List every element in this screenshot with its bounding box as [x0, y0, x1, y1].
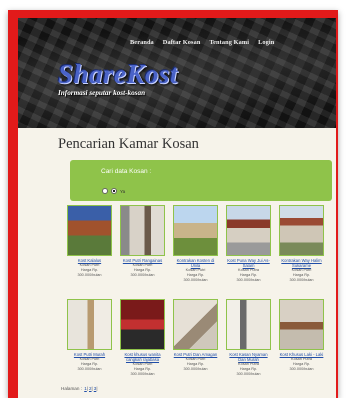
- listing-photo[interactable]: [120, 299, 165, 350]
- listing-card: Kost Kalalus Kosan Putri Harga Rp. 300.0…: [66, 205, 113, 299]
- listing-price: 300.000/bulan: [183, 367, 208, 371]
- listing-photo[interactable]: [67, 205, 112, 256]
- listing-price: 300.000/bulan: [77, 367, 102, 371]
- listing-title[interactable]: Kost khusus wanita cangkah rajabasa: [119, 352, 166, 362]
- listing-photo[interactable]: [226, 205, 271, 256]
- page-title: Pencarian Kamar Kosan: [58, 136, 199, 152]
- search-label: Cari data Kosan :: [101, 168, 152, 175]
- listing-card: Kost Putri Rangainas Kosan Putri Harga R…: [119, 205, 166, 299]
- logo-title: ShareKost: [58, 59, 179, 89]
- top-nav: Beranda Daftar Kosan Tentang Kami Login: [130, 39, 274, 46]
- logo-subtitle: Informasi seputar kost-kosan: [58, 89, 146, 97]
- listing-photo[interactable]: [67, 299, 112, 350]
- listing-photo[interactable]: [120, 205, 165, 256]
- radio-option-2[interactable]: [111, 188, 117, 194]
- listing-card: Kost Khusus Laki - Laki Kosan Putra Harg…: [278, 299, 325, 393]
- nav-daftar-kosan[interactable]: Daftar Kosan: [163, 39, 201, 46]
- listing-card: Kost Kasan Nyaman Dan Murah Kosan Putra …: [225, 299, 272, 393]
- listing-card: Kontrakan Kosten di Unila Kosan Putri Ha…: [172, 205, 219, 299]
- pagination: Halaman : 1|2|3|: [61, 386, 98, 391]
- page-content: Beranda Daftar Kosan Tentang Kami Login …: [18, 18, 336, 398]
- listing-photo[interactable]: [173, 299, 218, 350]
- listing-price: 300.000/bulan: [289, 367, 314, 371]
- site-header: Beranda Daftar Kosan Tentang Kami Login …: [18, 18, 336, 128]
- browser-frame: Beranda Daftar Kosan Tentang Kami Login …: [8, 10, 338, 398]
- nav-tentang-kami[interactable]: Tentang Kami: [209, 39, 249, 46]
- listing-title[interactable]: Kontrakan Way Halim Sukarame: [278, 258, 325, 268]
- site-logo[interactable]: ShareKost Informasi seputar kost-kosan: [58, 59, 179, 98]
- listing-photo[interactable]: [173, 205, 218, 256]
- search-panel: [70, 160, 332, 201]
- listing-price: 300.000/bulan: [130, 372, 155, 376]
- listing-price: 300.000/bulan: [77, 273, 102, 277]
- listing-price: 300.000/bulan: [183, 278, 208, 282]
- listing-card: Kost khusus wanita cangkah rajabasa Kosa…: [119, 299, 166, 393]
- listing-card: Kost Putri Dan Amagan Kosan Putri Harga …: [172, 299, 219, 393]
- listing-title[interactable]: Kost Puna Way Jui As-Salam: [225, 258, 272, 268]
- pagination-label: Halaman :: [61, 386, 82, 391]
- listing-photo[interactable]: [279, 299, 324, 350]
- listing-price: 300.000/bulan: [236, 372, 261, 376]
- search-radio-group: Ya: [102, 188, 125, 194]
- listing-price: 300.000/bulan: [289, 278, 314, 282]
- listing-price: 300.000/bulan: [236, 278, 261, 282]
- nav-login[interactable]: Login: [258, 39, 274, 46]
- radio-option-1[interactable]: [102, 188, 108, 194]
- listing-title[interactable]: Kost Kasan Nyaman Dan Murah: [225, 352, 272, 362]
- listing-card: Kost Puna Way Jui As-Salam Kosan Putra H…: [225, 205, 272, 299]
- listing-photo[interactable]: [279, 205, 324, 256]
- listing-card: Kontrakan Way Halim Sukarame Kosan Putri…: [278, 205, 325, 299]
- listing-photo[interactable]: [226, 299, 271, 350]
- listing-title[interactable]: Kontrakan Kosten di Unila: [172, 258, 219, 268]
- radio-label: Ya: [120, 188, 126, 194]
- listing-grid: Kost Kalalus Kosan Putri Harga Rp. 300.0…: [66, 205, 326, 393]
- nav-beranda[interactable]: Beranda: [130, 39, 154, 46]
- listing-card: Kost Putri Murah Kosan Putri Harga Rp. 3…: [66, 299, 113, 393]
- listing-price: 300.000/bulan: [130, 273, 155, 277]
